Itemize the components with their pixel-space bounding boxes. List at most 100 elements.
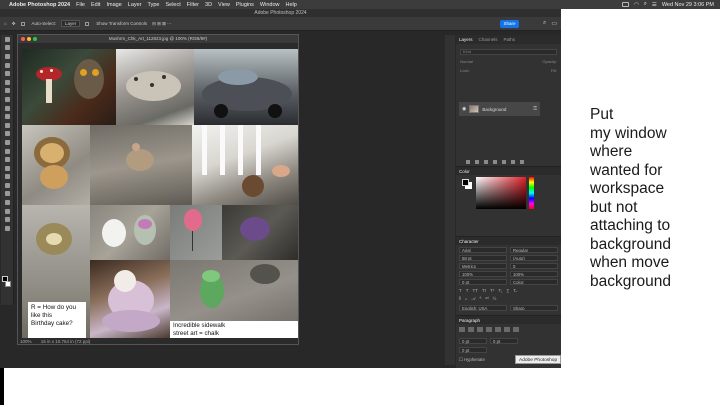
workspace-icon[interactable]: ▭ xyxy=(551,20,557,27)
zoom-button[interactable] xyxy=(33,37,37,41)
menu-plugins[interactable]: Plugins xyxy=(236,2,254,8)
auto-select-checkbox[interactable] xyxy=(20,21,25,26)
tab-paths[interactable]: Paths xyxy=(504,37,516,42)
menu-edit[interactable]: Edit xyxy=(91,2,100,8)
character-panel-title[interactable]: Character xyxy=(456,236,561,245)
indent-right-field[interactable]: 0 pt xyxy=(490,338,518,344)
menu-type[interactable]: Type xyxy=(148,2,160,8)
tab-layers[interactable]: Layers xyxy=(459,37,473,42)
small-caps-icon[interactable]: Tt xyxy=(482,288,486,293)
horizontal-scale-field[interactable]: 100% xyxy=(510,271,558,277)
justify-all-icon[interactable] xyxy=(513,327,519,332)
clone-stamp-tool-icon[interactable] xyxy=(1,112,14,121)
edit-toolbar-icon[interactable] xyxy=(1,224,14,233)
layer-dropdown[interactable]: Layer xyxy=(61,20,81,27)
layer-name[interactable]: Background xyxy=(482,107,506,112)
all-caps-icon[interactable]: TT xyxy=(473,288,479,293)
align-center-icon[interactable] xyxy=(468,327,474,332)
menu-window[interactable]: Window xyxy=(260,2,280,8)
quick-select-tool-icon[interactable] xyxy=(1,61,14,70)
image-canvas[interactable]: R = How do you like this Birthday cake? … xyxy=(22,49,298,338)
eye-icon[interactable]: ◉ xyxy=(462,106,466,112)
subscript-icon[interactable]: T₁ xyxy=(498,288,502,293)
close-button[interactable] xyxy=(21,37,25,41)
lock-label[interactable]: Lock: xyxy=(460,68,470,73)
paragraph-panel-title[interactable]: Paragraph xyxy=(456,315,561,324)
leading-field[interactable]: (Auto) xyxy=(510,255,558,261)
menu-select[interactable]: Select xyxy=(165,2,180,8)
path-select-tool-icon[interactable] xyxy=(1,181,14,190)
healing-tool-icon[interactable] xyxy=(1,95,14,104)
blur-tool-icon[interactable] xyxy=(1,147,14,156)
home-icon[interactable]: ⌂ xyxy=(4,21,7,26)
menu-3d[interactable]: 3D xyxy=(205,2,212,8)
minimize-button[interactable] xyxy=(27,37,31,41)
gradient-tool-icon[interactable] xyxy=(1,138,14,147)
zoom-level[interactable]: 100% xyxy=(20,339,32,344)
share-button[interactable]: Share xyxy=(500,20,519,28)
space-before-field[interactable]: 0 pt xyxy=(459,347,487,353)
document-window[interactable]: Mushrm_Chk_Art_112823.jpg @ 100% (RGB/8#… xyxy=(17,34,299,345)
wifi-icon[interactable]: ◠ xyxy=(634,2,639,8)
checkbox-icon[interactable]: ☐ xyxy=(459,357,463,362)
justify-last-right-icon[interactable] xyxy=(504,327,510,332)
menubar-clock[interactable]: Wed Nov 29 3:06 PM xyxy=(662,2,714,8)
lock-icon[interactable]: ⚿ xyxy=(533,106,537,112)
crop-tool-icon[interactable] xyxy=(1,69,14,78)
font-style-dropdown[interactable]: Regular xyxy=(510,247,558,253)
strikethrough-icon[interactable]: T̶ xyxy=(513,288,516,293)
zoom-tool-icon[interactable] xyxy=(1,207,14,216)
layer-filter-field[interactable]: Kind xyxy=(460,49,557,55)
move-tool-icon[interactable] xyxy=(1,35,14,44)
justify-last-center-icon[interactable] xyxy=(495,327,501,332)
pen-tool-icon[interactable] xyxy=(1,164,14,173)
layer-style-icon[interactable] xyxy=(475,160,479,164)
align-right-icon[interactable] xyxy=(477,327,483,332)
shape-tool-icon[interactable] xyxy=(1,190,14,199)
language-dropdown[interactable]: English: USA xyxy=(459,305,507,311)
move-tool-icon[interactable]: ✥ xyxy=(12,21,16,27)
marquee-tool-icon[interactable] xyxy=(1,44,14,53)
link-layers-icon[interactable] xyxy=(466,160,470,164)
delete-layer-icon[interactable] xyxy=(520,160,524,164)
menu-app-name[interactable]: Adobe Photoshop 2024 xyxy=(9,2,70,8)
more-tools-icon[interactable] xyxy=(1,215,14,224)
underline-icon[interactable]: T̲ xyxy=(507,288,510,293)
kerning-field[interactable]: Metrics xyxy=(459,263,507,269)
menu-help[interactable]: Help xyxy=(285,2,296,8)
foreground-color-swatch[interactable] xyxy=(2,276,8,282)
color-label[interactable]: Color: xyxy=(510,279,558,285)
control-center-icon[interactable]: ☰ xyxy=(652,2,657,8)
new-group-icon[interactable] xyxy=(502,160,506,164)
font-family-dropdown[interactable]: Arial xyxy=(459,247,507,253)
font-size-field[interactable]: 58 pt xyxy=(459,255,507,261)
stylistic-icon[interactable]: ª xyxy=(480,296,482,302)
lasso-tool-icon[interactable] xyxy=(1,52,14,61)
tab-channels[interactable]: Channels xyxy=(479,37,498,42)
menu-file[interactable]: File xyxy=(76,2,85,8)
tracking-field[interactable]: 0 xyxy=(510,263,558,269)
battery-icon[interactable] xyxy=(621,2,629,7)
transform-checkbox[interactable] xyxy=(85,21,90,26)
ordinals-icon[interactable]: ᵃᵈ xyxy=(485,296,488,302)
eraser-tool-icon[interactable] xyxy=(1,130,14,139)
blend-mode-dropdown[interactable]: Normal xyxy=(460,59,473,64)
menu-filter[interactable]: Filter xyxy=(187,2,199,8)
fractions-icon[interactable]: ½ xyxy=(493,296,497,302)
history-brush-tool-icon[interactable] xyxy=(1,121,14,130)
faux-bold-icon[interactable]: T xyxy=(459,288,462,293)
dodge-tool-icon[interactable] xyxy=(1,155,14,164)
swash-icon[interactable]: 𝒜 xyxy=(471,296,475,302)
hue-slider[interactable] xyxy=(529,177,534,209)
brush-tool-icon[interactable] xyxy=(1,104,14,113)
new-layer-icon[interactable] xyxy=(511,160,515,164)
layer-mask-icon[interactable] xyxy=(484,160,488,164)
search-icon[interactable]: ⌕ xyxy=(644,1,647,8)
indent-left-field[interactable]: 0 pt xyxy=(459,338,487,344)
eyedropper-tool-icon[interactable] xyxy=(1,87,14,96)
color-foreground-swatch[interactable] xyxy=(462,179,469,186)
document-tab-title[interactable]: Mushrm_Chk_Art_112823.jpg @ 100% (RGB/8#… xyxy=(18,35,298,43)
menu-image[interactable]: Image xyxy=(106,2,121,8)
justify-last-left-icon[interactable] xyxy=(486,327,492,332)
align-left-icon[interactable] xyxy=(459,327,465,332)
